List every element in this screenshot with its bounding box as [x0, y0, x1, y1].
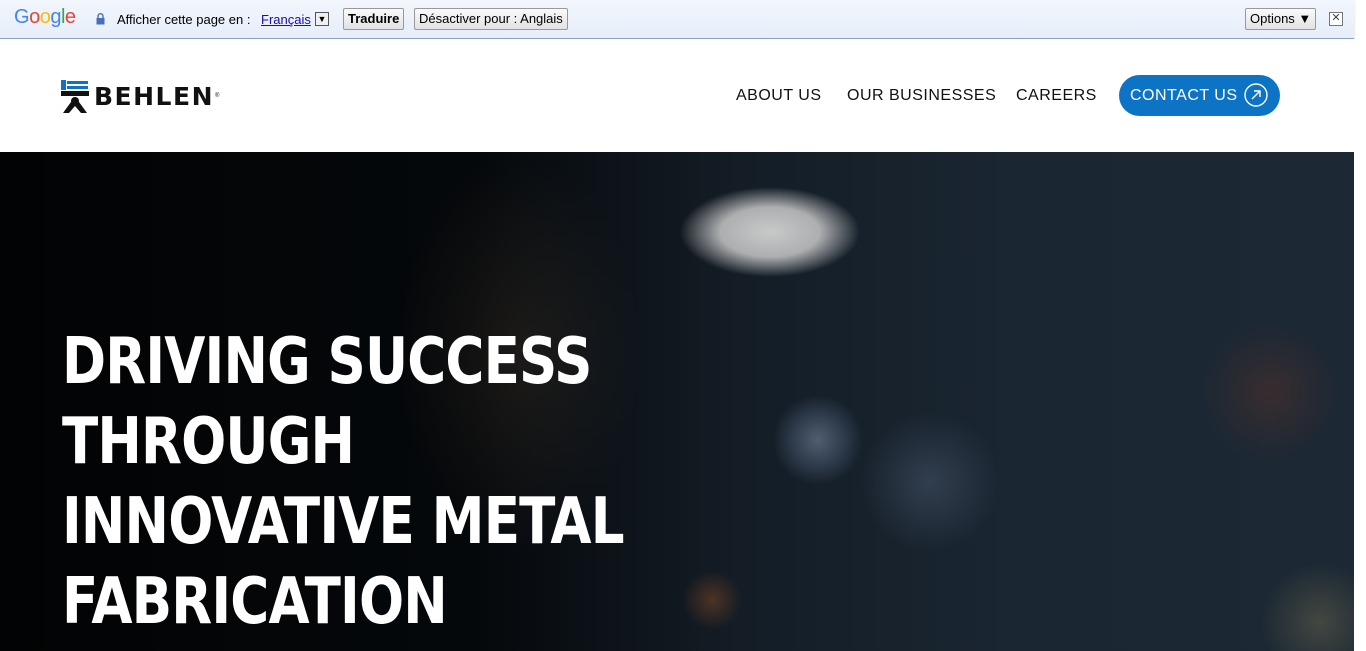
nav-about-us[interactable]: ABOUT US [736, 87, 822, 105]
nav-our-businesses[interactable]: OUR BUSINESSES [847, 87, 996, 105]
behlen-logo-mark-icon [61, 79, 89, 113]
lock-icon [96, 13, 105, 25]
hero-banner: DRIVING SUCCESS THROUGH INNOVATIVE METAL… [0, 152, 1354, 651]
options-button[interactable]: Options ▼ [1245, 8, 1317, 30]
disable-translation-button[interactable]: Désactiver pour : Anglais [414, 8, 568, 30]
hero-title: DRIVING SUCCESS THROUGH INNOVATIVE METAL… [62, 322, 625, 642]
translate-button[interactable]: Traduire [343, 8, 405, 30]
behlen-logo[interactable]: BEHLEN ® [60, 79, 219, 113]
language-select-link[interactable]: Français [261, 12, 311, 27]
translate-prompt: Afficher cette page en : [117, 12, 251, 27]
site-header: BEHLEN ® ABOUT US OUR BUSINESSES CAREERS… [0, 39, 1354, 152]
logo-wordmark: BEHLEN [94, 81, 214, 111]
hero-title-line: DRIVING SUCCESS [62, 325, 592, 399]
contact-us-label: CONTACT US [1130, 87, 1238, 104]
language-dropdown-icon[interactable]: ▼ [315, 12, 329, 26]
hero-title-line: INNOVATIVE METAL [62, 485, 625, 559]
hero-title-line: THROUGH [62, 405, 355, 479]
arrow-up-right-circle-icon [1244, 83, 1268, 107]
close-icon[interactable]: ✕ [1329, 12, 1343, 26]
contact-us-button[interactable]: CONTACT US [1119, 75, 1280, 116]
google-logo: Google [14, 6, 76, 28]
registered-mark: ® [215, 93, 220, 99]
nav-careers[interactable]: CAREERS [1016, 87, 1097, 105]
hero-title-line: FABRICATION [62, 565, 448, 639]
google-translate-bar: Google Afficher cette page en : Français… [0, 0, 1354, 39]
